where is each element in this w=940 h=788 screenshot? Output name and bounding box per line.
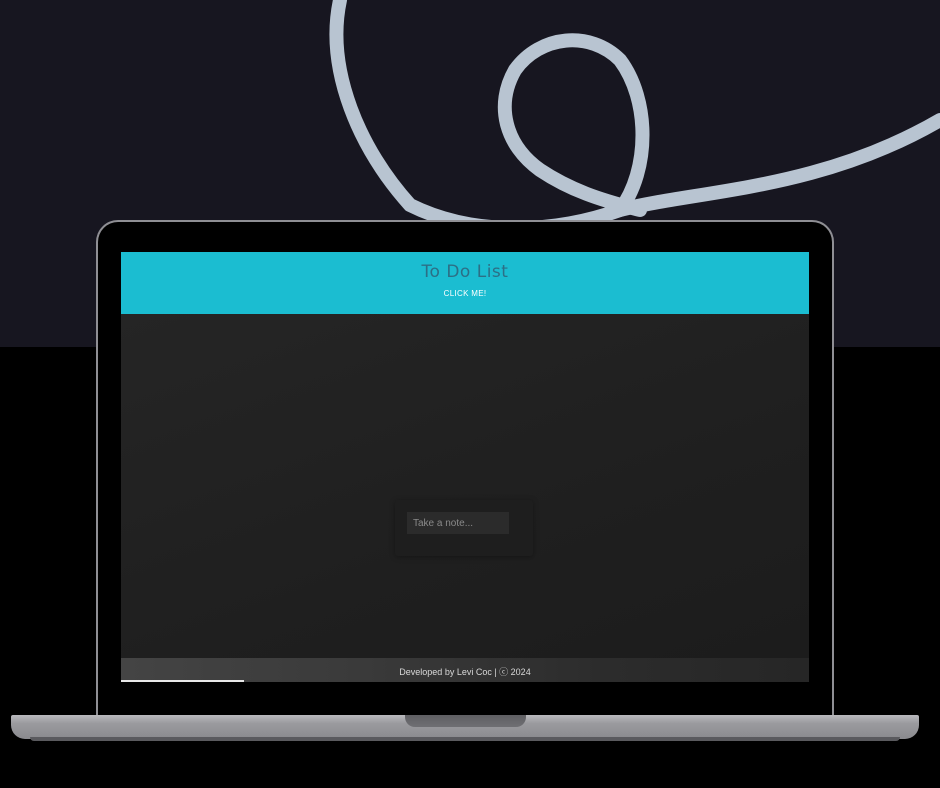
app-title: To Do List	[421, 262, 509, 282]
progress-bar-indicator	[121, 680, 244, 682]
mockup-stage: To Do List CLICK ME! Developed by Levi C…	[0, 0, 940, 788]
note-card	[395, 500, 533, 556]
note-input[interactable]	[407, 512, 509, 534]
laptop-base-shadow	[30, 737, 900, 741]
app-header: To Do List CLICK ME!	[121, 252, 809, 314]
app-body	[121, 314, 809, 658]
laptop-notch	[405, 715, 526, 727]
click-me-button[interactable]: CLICK ME!	[121, 289, 809, 298]
app-footer: Developed by Levi Coc | ⓒ 2024	[121, 658, 809, 682]
footer-credit: Developed by Levi Coc | ⓒ 2024	[399, 667, 531, 677]
laptop-screen: To Do List CLICK ME! Developed by Levi C…	[121, 252, 809, 682]
